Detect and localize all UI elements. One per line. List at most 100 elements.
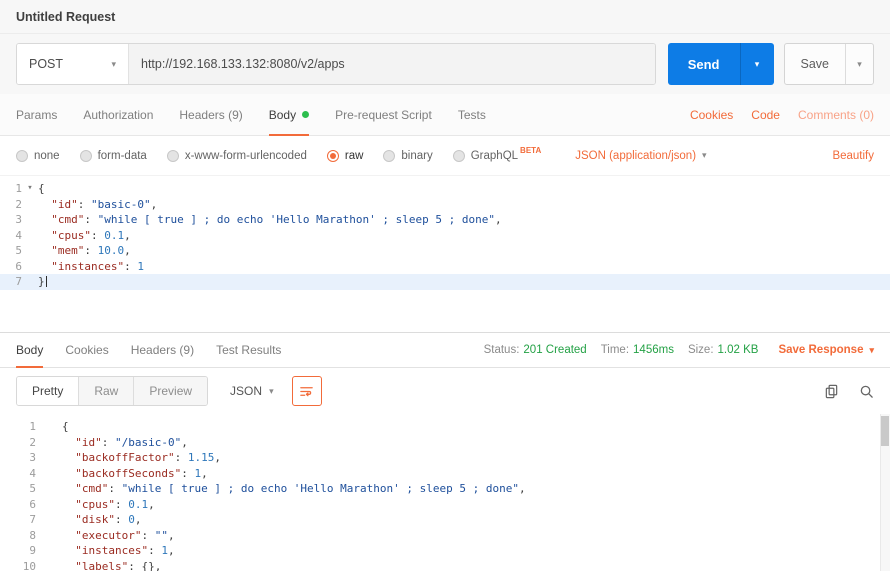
beautify-link[interactable]: Beautify [832, 150, 874, 162]
line-number: 1 [0, 181, 22, 197]
save-button[interactable]: Save [785, 44, 846, 84]
response-tab-cookies[interactable]: Cookies [65, 333, 108, 367]
tab-params[interactable]: Params [16, 94, 57, 135]
code-line: 7 "disk": 0, [0, 512, 890, 528]
response-tab-test-results[interactable]: Test Results [216, 333, 281, 367]
fold-gutter [36, 543, 52, 559]
send-button[interactable]: Send [668, 43, 740, 85]
copy-response-button[interactable] [824, 384, 839, 399]
response-tab-body[interactable]: Body [16, 333, 43, 367]
content-type-select[interactable]: JSON (application/json) ▾ [575, 150, 706, 162]
tab-label: Pre-request Script [335, 108, 432, 122]
tab-authorization[interactable]: Authorization [83, 94, 153, 135]
fold-gutter [36, 419, 52, 435]
line-number: 4 [0, 228, 22, 244]
body-type-bar: none form-data x-www-form-urlencoded raw… [0, 136, 890, 176]
status-pair: Status: 201 Created [484, 344, 587, 356]
code-link[interactable]: Code [751, 108, 780, 122]
time-label: Time: [601, 344, 629, 356]
fold-gutter [22, 259, 38, 275]
body-type-binary[interactable]: binary [383, 150, 432, 162]
line-number: 5 [0, 243, 22, 259]
search-response-button[interactable] [859, 384, 874, 399]
body-type-label: binary [401, 150, 432, 162]
save-response-label: Save Response [778, 344, 863, 356]
line-number: 4 [0, 466, 36, 482]
request-tabs: Params Authorization Headers (9) Body Pr… [0, 94, 890, 136]
tab-pre-request-script[interactable]: Pre-request Script [335, 94, 432, 135]
wrap-text-button[interactable] [292, 376, 322, 406]
url-input[interactable] [129, 44, 655, 84]
postman-app: Untitled Request POST ▾ Send ▾ Save ▾ Pa… [0, 0, 890, 571]
code-line: 6 "instances": 1 [0, 259, 890, 275]
tab-label: Headers (9) [131, 343, 194, 357]
response-toolbar: Pretty Raw Preview JSON ▾ [0, 368, 890, 414]
body-type-label: form-data [98, 150, 147, 162]
line-number: 7 [0, 274, 22, 290]
url-group: POST ▾ [16, 43, 656, 85]
method-select[interactable]: POST ▾ [17, 44, 129, 84]
fold-gutter [22, 274, 38, 290]
body-type-label: GraphQL [471, 150, 518, 162]
fold-gutter [36, 481, 52, 497]
preview-tab[interactable]: Preview [134, 377, 207, 405]
code-line: 4 "backoffSeconds": 1, [0, 466, 890, 482]
line-number: 6 [0, 497, 36, 513]
pretty-tab[interactable]: Pretty [17, 377, 79, 405]
tab-body[interactable]: Body [269, 94, 309, 135]
cookies-link[interactable]: Cookies [690, 108, 733, 122]
response-meta: Status: 201 Created Time: 1456ms Size: 1… [484, 333, 874, 367]
code-line: 3 "cmd": "while [ true ] ; do echo 'Hell… [0, 212, 890, 228]
request-builder: POST ▾ Send ▾ Save ▾ [0, 34, 890, 94]
code-text: "backoffSeconds": 1, [52, 466, 208, 482]
scrollbar-thumb[interactable] [881, 416, 889, 446]
response-scrollbar[interactable] [880, 414, 890, 571]
radio-icon [167, 150, 179, 162]
tab-label: Params [16, 108, 57, 122]
fold-gutter [22, 228, 38, 244]
response-body-editor[interactable]: 1{2 "id": "/basic-0",3 "backoffFactor": … [0, 414, 890, 571]
code-line: 6 "cpus": 0.1, [0, 497, 890, 513]
line-number: 3 [0, 212, 22, 228]
response-language-select[interactable]: JSON ▾ [220, 376, 284, 406]
request-titlebar: Untitled Request [0, 0, 890, 34]
send-options-button[interactable]: ▾ [740, 43, 774, 85]
line-number: 10 [0, 559, 36, 571]
line-number: 7 [0, 512, 36, 528]
time-pair: Time: 1456ms [601, 344, 674, 356]
content-type-label: JSON (application/json) [575, 150, 696, 162]
send-button-group: Send ▾ [668, 43, 774, 85]
code-line: 1{ [0, 419, 890, 435]
tab-label: Pretty [32, 384, 63, 398]
search-icon [859, 384, 874, 399]
tab-label: Preview [149, 384, 192, 398]
radio-icon [16, 150, 28, 162]
code-line: 5 "mem": 10.0, [0, 243, 890, 259]
size-value: 1.02 KB [718, 344, 759, 356]
request-body-editor[interactable]: 1▾{2 "id": "basic-0",3 "cmd": "while [ t… [0, 176, 890, 333]
body-type-raw[interactable]: raw [327, 150, 364, 162]
chevron-down-icon: ▾ [869, 346, 874, 355]
radio-icon [453, 150, 465, 162]
raw-tab[interactable]: Raw [79, 377, 134, 405]
body-type-graphql[interactable]: GraphQL BETA [453, 150, 542, 162]
save-response-button[interactable]: Save Response ▾ [778, 344, 874, 356]
body-type-none[interactable]: none [16, 150, 60, 162]
code-text: "mem": 10.0, [38, 243, 131, 259]
tab-tests[interactable]: Tests [458, 94, 486, 135]
chevron-down-icon: ▾ [702, 151, 707, 160]
comments-link[interactable]: Comments (0) [798, 108, 874, 122]
response-tab-headers[interactable]: Headers (9) [131, 333, 194, 367]
tab-headers[interactable]: Headers (9) [179, 94, 242, 135]
response-header: Body Cookies Headers (9) Test Results St… [0, 332, 890, 368]
code-text: { [52, 419, 69, 435]
fold-gutter [36, 512, 52, 528]
body-type-urlencoded[interactable]: x-www-form-urlencoded [167, 150, 307, 162]
code-line: 2 "id": "/basic-0", [0, 435, 890, 451]
body-type-form-data[interactable]: form-data [80, 150, 147, 162]
code-text: "labels": {}, [52, 559, 161, 571]
radio-icon [80, 150, 92, 162]
save-options-button[interactable]: ▾ [845, 44, 873, 84]
fold-caret-icon[interactable]: ▾ [22, 181, 38, 197]
tab-label: Authorization [83, 108, 153, 122]
